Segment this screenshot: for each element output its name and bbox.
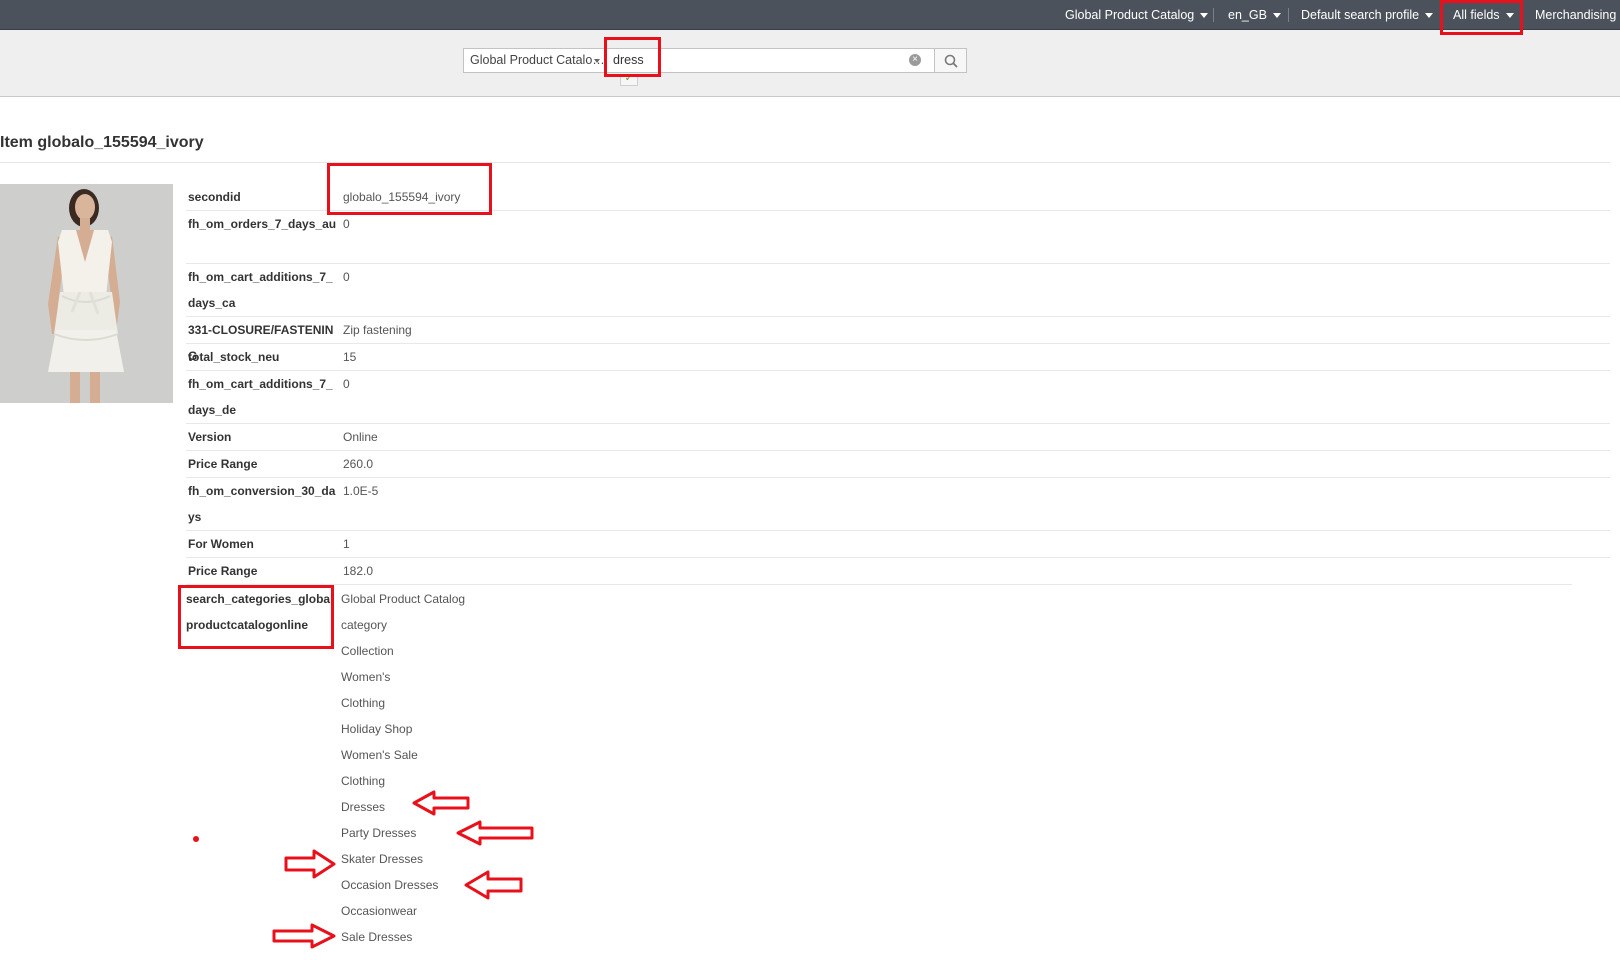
top-navigation-bar: Global Product Catalog en_GB Default sea… — [0, 0, 1620, 30]
field-key: fh_om_cart_additions_7_days_de — [188, 377, 333, 417]
arrow-right-icon — [272, 923, 336, 949]
divider — [0, 162, 1610, 163]
field-key: fh_om_conversion_30_days — [188, 484, 336, 524]
field-row: Price Range 182.0 — [186, 558, 1572, 585]
field-key: secondid — [188, 190, 241, 204]
field-value: Zip fastening — [343, 323, 412, 337]
highlight-box — [178, 585, 334, 649]
field-row: For Women 1 — [186, 531, 1610, 558]
chevron-down-icon — [594, 59, 600, 63]
field-row: fh_om_conversion_30_days 1.0E-5 — [186, 478, 1610, 531]
field-key: fh_om_orders_7_days_au — [188, 217, 337, 231]
list-item: Occasion Dresses — [341, 878, 439, 892]
chevron-down-icon — [1200, 13, 1209, 19]
catalog-dropdown-label: Global Product Catalog — [1065, 8, 1195, 22]
list-item: Occasionwear — [341, 904, 418, 918]
search-profile-label: Default search profile — [1301, 8, 1420, 22]
search-button[interactable] — [934, 48, 967, 73]
field-value: 182.0 — [343, 564, 374, 578]
arrow-left-icon — [412, 790, 470, 816]
field-key: fh_om_cart_additions_7_days_ca — [188, 270, 333, 310]
list-item: Party Dresses — [341, 826, 417, 840]
list-item: Women's — [341, 670, 391, 684]
list-item: Sale Dresses — [341, 930, 413, 944]
field-key: Price Range — [188, 564, 258, 578]
field-row: fh_om_cart_additions_7_days_de 0 — [186, 371, 1610, 424]
field-value: 260.0 — [343, 457, 374, 471]
item-title: Item globalo_155594_ivory — [0, 134, 204, 151]
highlight-box — [604, 37, 661, 77]
field-value: 0 — [343, 377, 350, 391]
list-item: Holiday Shop — [341, 722, 413, 736]
field-row: fh_om_cart_additions_7_days_ca 0 — [186, 264, 1610, 317]
categories-list: Global Product Catalog category Collecti… — [341, 586, 465, 950]
list-item: Women's Sale — [341, 748, 418, 762]
search-profile-dropdown[interactable]: Default search profile — [1301, 0, 1434, 29]
chevron-down-icon — [1272, 13, 1281, 19]
field-row: Version Online — [186, 424, 1610, 451]
field-key: For Women — [188, 537, 254, 551]
field-value: 15 — [343, 350, 357, 364]
divider — [1213, 8, 1214, 22]
field-row: total_stock_neu 15 — [186, 344, 1610, 371]
annotation-dot — [193, 836, 199, 842]
field-value: 0 — [343, 270, 350, 284]
merchandising-label: Merchandising — [1535, 8, 1617, 22]
locale-dropdown[interactable]: en_GB — [1228, 0, 1281, 29]
merchandising-link[interactable]: Merchandising — [1535, 0, 1616, 29]
product-image — [0, 184, 173, 403]
search-icon — [944, 54, 958, 68]
field-key: total_stock_neu — [188, 350, 280, 364]
list-item: Collection — [341, 644, 394, 658]
list-item: Clothing — [341, 696, 386, 710]
field-key: Version — [188, 430, 232, 444]
field-value: 1 — [343, 537, 350, 551]
field-value: Online — [343, 430, 378, 444]
catalog-select-value: Global Product Catalo… — [470, 53, 605, 67]
arrow-right-icon — [284, 849, 336, 879]
divider — [1288, 8, 1289, 22]
arrow-left-icon — [456, 820, 534, 846]
locale-dropdown-label: en_GB — [1228, 8, 1267, 22]
catalog-dropdown[interactable]: Global Product Catalog — [1065, 0, 1209, 29]
list-item: category — [341, 618, 388, 632]
highlight-box — [1440, 0, 1523, 35]
list-item: Global Product Catalog — [341, 592, 466, 606]
arrow-left-icon — [464, 870, 523, 900]
field-key: Price Range — [188, 457, 258, 471]
field-row: Price Range 260.0 — [186, 451, 1610, 478]
chevron-down-icon — [1425, 13, 1434, 19]
list-item: Skater Dresses — [341, 852, 424, 866]
clear-icon[interactable]: × — [909, 54, 921, 66]
highlight-box — [327, 163, 492, 215]
field-row: fh_om_orders_7_days_au 0 — [186, 211, 1610, 264]
field-row: 331-CLOSURE/FASTENING Zip fastening — [186, 317, 1610, 363]
search-bar: Global Product Catalo… dress × ✓ — [0, 30, 1620, 97]
catalog-select[interactable]: Global Product Catalo… — [463, 48, 605, 73]
field-value: 1.0E-5 — [343, 484, 379, 498]
